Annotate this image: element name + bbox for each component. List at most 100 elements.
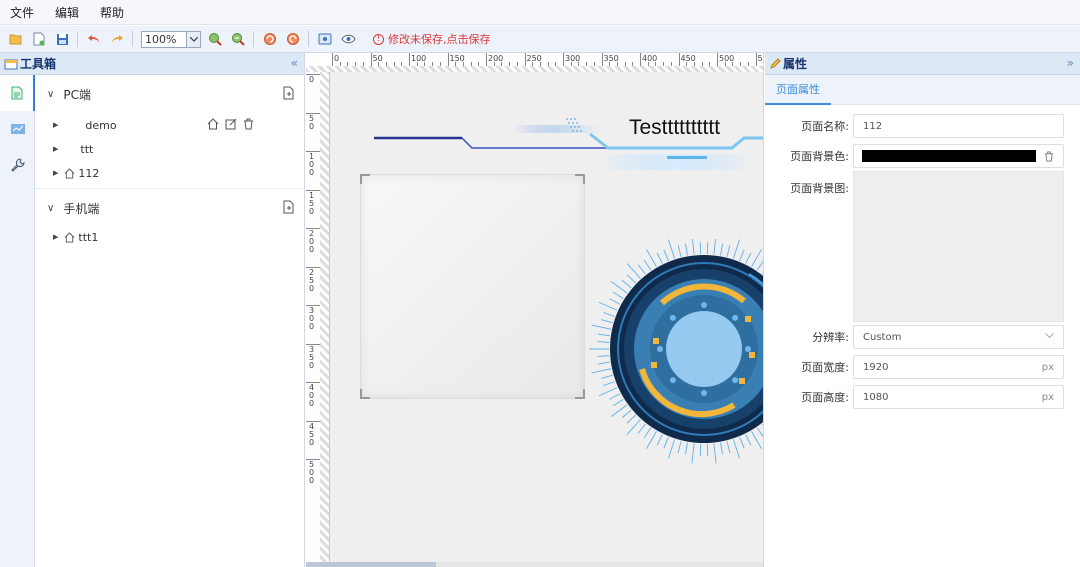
- ruler-checker: [306, 66, 763, 72]
- expand-arrow-icon[interactable]: ▶: [53, 145, 58, 153]
- ruler-minor-tick: [470, 62, 472, 66]
- collapse-right-button[interactable]: »: [1067, 56, 1074, 70]
- design-canvas[interactable]: 050100150200250300350400450500550 050100…: [306, 53, 764, 567]
- home-icon[interactable]: [207, 118, 219, 130]
- page-tree: ∨ PC端 ▶ demo ▶ ttt ▶ 112 ∨ 手机端 ▶ ttt1: [35, 75, 305, 567]
- gauge-marker: [745, 316, 751, 322]
- zoom-in-icon[interactable]: [207, 31, 223, 47]
- ruler-major-tick: [755, 53, 757, 66]
- collapse-left-button[interactable]: «: [291, 56, 298, 70]
- page-title-text[interactable]: Testttttttttt: [629, 116, 720, 140]
- ruler-minor-tick: [663, 62, 665, 66]
- zoom-select[interactable]: 100%: [141, 30, 201, 48]
- ruler-major-tick: [370, 53, 372, 66]
- gauge-ray: [739, 436, 745, 449]
- edit-icon[interactable]: [225, 118, 237, 130]
- chevron-down-icon[interactable]: ∨: [47, 203, 54, 214]
- redo-icon[interactable]: [109, 31, 125, 47]
- image-frame[interactable]: [360, 174, 585, 399]
- gauge-ray: [684, 243, 688, 256]
- trash-icon[interactable]: [1044, 151, 1054, 162]
- ruler-minor-tick: [385, 62, 387, 66]
- document-icon: [11, 86, 22, 100]
- gauge-ray: [713, 443, 717, 464]
- gauge-ray: [726, 245, 731, 257]
- page-width-input[interactable]: 1920 px: [853, 355, 1064, 379]
- rail-charts-tab[interactable]: [0, 111, 35, 147]
- section-pc[interactable]: ∨ PC端: [35, 75, 305, 113]
- toolbar-separator: [253, 31, 254, 47]
- pencil-icon: [770, 57, 781, 69]
- zoom-value: 100%: [145, 32, 177, 46]
- ruler-minor-tick: [424, 62, 426, 66]
- chevron-down-icon[interactable]: ∨: [47, 89, 54, 100]
- trash-icon[interactable]: [243, 118, 254, 130]
- menu-file[interactable]: 文件: [10, 4, 34, 21]
- add-page-icon[interactable]: [282, 200, 295, 217]
- unsaved-notice[interactable]: ! 修改未保存,点击保存: [373, 31, 491, 47]
- warning-circle-icon: !: [373, 33, 384, 45]
- preview-window-icon[interactable]: [317, 31, 333, 47]
- page-name-input[interactable]: 112: [853, 114, 1064, 138]
- horizontal-ruler: 050100150200250300350400450500550: [306, 53, 763, 72]
- undo-icon[interactable]: [86, 31, 102, 47]
- node-label: 112: [78, 166, 100, 180]
- expand-arrow-icon[interactable]: ▶: [53, 169, 58, 177]
- rotate-left-icon[interactable]: [262, 31, 278, 47]
- gauge-ray: [668, 239, 676, 259]
- rail-pages-tab[interactable]: [0, 75, 35, 111]
- section-mobile[interactable]: ∨ 手机端: [35, 189, 305, 227]
- design-page[interactable]: Testttttttttt: [332, 74, 763, 567]
- new-file-icon[interactable]: [31, 31, 47, 47]
- toolbox-title: 工具箱: [20, 57, 57, 71]
- tree-node[interactable]: ▶ demo: [35, 113, 305, 137]
- vertical-ruler: 050100150200250300350400450500: [306, 72, 330, 567]
- ruler-label: 0: [334, 54, 340, 63]
- section-pc-label: PC端: [63, 87, 91, 102]
- ruler-label: 0: [309, 399, 315, 408]
- color-swatch[interactable]: [862, 150, 1036, 162]
- unit-label: px: [1041, 392, 1054, 403]
- gauge-ray: [713, 239, 717, 255]
- gauge-ray: [684, 442, 688, 455]
- gauge-ray: [646, 249, 657, 267]
- expand-arrow-icon[interactable]: ▶: [53, 233, 58, 241]
- tree-node[interactable]: ▶ 112: [35, 161, 305, 185]
- bg-color-picker[interactable]: [853, 144, 1064, 168]
- field-label: 分辨率:: [812, 331, 849, 344]
- bg-image-upload[interactable]: [853, 171, 1064, 322]
- expand-arrow-icon[interactable]: ▶: [53, 121, 58, 129]
- toolbar-separator: [77, 31, 78, 47]
- zoom-out-icon[interactable]: [230, 31, 246, 47]
- gauge-ray: [732, 439, 740, 459]
- menu-edit[interactable]: 编辑: [55, 4, 79, 21]
- ruler-minor-tick: [362, 62, 364, 66]
- ruler-major-tick: [640, 53, 641, 66]
- gauge-ray: [597, 333, 610, 337]
- gauge-ray: [691, 239, 695, 255]
- ruler-label: 0: [309, 206, 315, 216]
- page-height-input[interactable]: 1080 px: [853, 385, 1064, 409]
- ruler-minor-tick: [393, 62, 395, 66]
- ruler-minor-tick: [709, 62, 711, 66]
- rotate-right-icon[interactable]: [285, 31, 301, 47]
- tree-node[interactable]: ▶ ttt: [35, 137, 305, 161]
- save-icon[interactable]: [54, 31, 70, 47]
- tab-page-properties[interactable]: 页面属性: [765, 75, 831, 105]
- gauge-ray: [597, 355, 610, 357]
- open-folder-icon[interactable]: [8, 31, 24, 47]
- ruler-minor-tick: [655, 62, 657, 66]
- ruler-major-tick: [447, 53, 449, 66]
- resolution-select[interactable]: Custom: [853, 325, 1064, 349]
- gauge-ray: [668, 439, 676, 459]
- menu-help[interactable]: 帮助: [100, 4, 124, 21]
- eye-icon[interactable]: [340, 31, 356, 47]
- radial-gauge-decoration: [589, 239, 763, 464]
- gauge-ray: [663, 249, 669, 262]
- add-page-icon[interactable]: [282, 86, 295, 103]
- horizontal-scrollbar[interactable]: [306, 562, 763, 567]
- ruler-minor-tick: [593, 62, 595, 66]
- gauge-ray: [601, 319, 613, 324]
- rail-tools-tab[interactable]: [0, 147, 35, 183]
- tree-node[interactable]: ▶ ttt1: [35, 225, 305, 249]
